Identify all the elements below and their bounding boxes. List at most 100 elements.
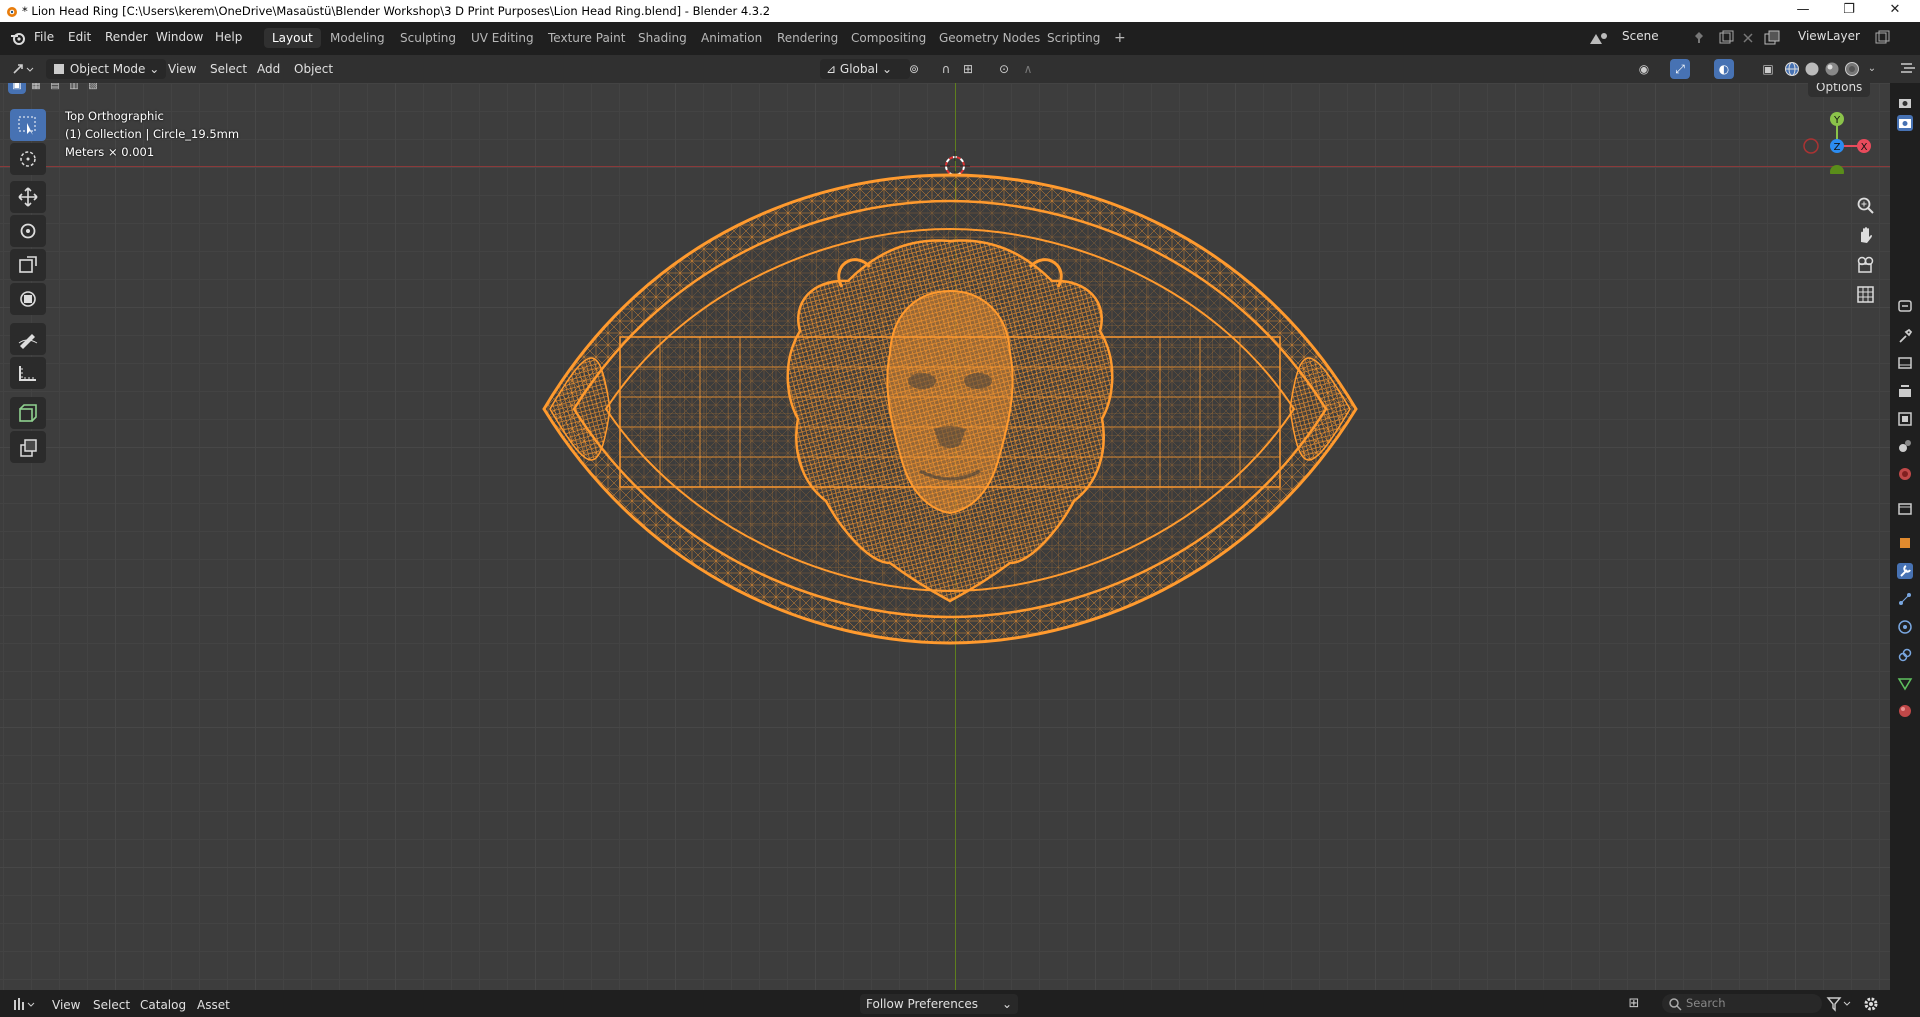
import-method-dropdown[interactable]: Follow Preferences ⌄: [860, 994, 1018, 1014]
mode-dropdown[interactable]: Object Mode ⌄: [46, 59, 166, 79]
tool-icon[interactable]: [1897, 328, 1913, 344]
viewlayer-icon[interactable]: [1764, 30, 1784, 46]
asset-browser-icon[interactable]: [12, 996, 36, 1012]
orientation-dropdown[interactable]: ⊿ Global ⌄: [820, 59, 910, 79]
menu-object[interactable]: Object: [294, 59, 333, 79]
tool-settings-icon[interactable]: [1897, 298, 1913, 314]
chevron-down-icon[interactable]: ⌄: [1862, 59, 1882, 79]
delete-scene-icon[interactable]: [1742, 32, 1754, 44]
minimize-button[interactable]: —: [1780, 2, 1826, 17]
tool-extrude[interactable]: [10, 431, 46, 463]
camera-view-icon[interactable]: [1856, 255, 1876, 275]
tool-scale[interactable]: [10, 249, 46, 281]
status-menu-asset[interactable]: Asset: [197, 995, 230, 1015]
pivot-icon[interactable]: ⊚: [904, 59, 924, 79]
menu-edit[interactable]: Edit: [68, 30, 91, 44]
collection-icon[interactable]: [1897, 500, 1913, 516]
tab-geometry-nodes[interactable]: Geometry Nodes: [931, 28, 1048, 48]
snap-target-icon[interactable]: ⊞: [958, 59, 978, 79]
scene-name-field[interactable]: Scene: [1622, 29, 1659, 43]
tab-compositing[interactable]: Compositing: [843, 28, 934, 48]
select-invert-icon[interactable]: ▥: [65, 83, 83, 94]
render-camera-icon[interactable]: [1897, 95, 1913, 111]
display-mode-icon[interactable]: ⊞: [1624, 994, 1644, 1014]
new-viewlayer-icon[interactable]: [1874, 30, 1890, 46]
render-properties-icon[interactable]: [1897, 355, 1913, 371]
status-menu-catalog[interactable]: Catalog: [140, 995, 186, 1015]
world-icon[interactable]: [1897, 466, 1913, 482]
output-properties-icon[interactable]: [1897, 383, 1913, 399]
maximize-button[interactable]: ❐: [1826, 2, 1872, 17]
scene-icon[interactable]: [1588, 30, 1610, 46]
tab-animation[interactable]: Animation: [693, 28, 770, 48]
camera-icon[interactable]: [1897, 115, 1913, 131]
menu-help[interactable]: Help: [215, 30, 242, 44]
menu-window[interactable]: Window: [156, 30, 203, 44]
data-mesh-icon[interactable]: [1897, 675, 1913, 691]
tab-rendering[interactable]: Rendering: [769, 28, 846, 48]
object-properties-icon[interactable]: [1897, 535, 1913, 551]
particles-icon[interactable]: [1897, 591, 1913, 607]
xray-icon[interactable]: ▣: [1758, 59, 1778, 79]
selection-mode-group[interactable]: ▣ ▦ ▤ ▥ ▧: [8, 83, 104, 98]
tab-scripting[interactable]: Scripting: [1039, 28, 1108, 48]
physics-icon[interactable]: [1897, 619, 1913, 635]
status-menu-select[interactable]: Select: [93, 995, 130, 1015]
select-intersect-icon[interactable]: ▧: [84, 83, 102, 94]
proportional-edit-icon[interactable]: ⊙: [994, 59, 1014, 79]
falloff-icon[interactable]: ∧: [1018, 59, 1038, 79]
tab-layout[interactable]: Layout: [264, 28, 321, 48]
tool-measure[interactable]: [10, 357, 46, 389]
menu-add[interactable]: Add: [257, 59, 280, 79]
properties-toggle-icon[interactable]: [1900, 62, 1916, 76]
tab-sculpting[interactable]: Sculpting: [392, 28, 464, 48]
asset-search-input[interactable]: Search: [1662, 994, 1822, 1013]
view-layer-icon[interactable]: [1897, 411, 1913, 427]
tab-uv-editing[interactable]: UV Editing: [463, 28, 542, 48]
close-button[interactable]: ✕: [1872, 2, 1918, 17]
tool-move[interactable]: [10, 181, 46, 213]
navigation-gizmo[interactable]: Y Z X: [1795, 106, 1873, 174]
menu-view[interactable]: View: [168, 59, 196, 79]
viewlayer-name-field[interactable]: ViewLayer: [1798, 29, 1860, 43]
menu-select[interactable]: Select: [210, 59, 247, 79]
lion-ring-wireframe[interactable]: [530, 171, 1370, 651]
3d-viewport[interactable]: ▣ ▦ ▤ ▥ ▧ Top Orthographic (1) Collectio…: [0, 83, 1890, 990]
zoom-icon[interactable]: [1856, 196, 1876, 216]
snap-icon[interactable]: ∩: [936, 59, 956, 79]
wireframe-shading-icon[interactable]: [1784, 61, 1800, 77]
settings-gear-icon[interactable]: [1862, 995, 1880, 1013]
menu-render[interactable]: Render: [105, 30, 148, 44]
tool-rotate[interactable]: [10, 215, 46, 247]
solid-shading-icon[interactable]: [1804, 61, 1820, 77]
gizmo-icon[interactable]: ⤢: [1670, 59, 1690, 79]
tab-shading[interactable]: Shading: [630, 28, 695, 48]
options-dropdown[interactable]: Options: [1808, 83, 1871, 97]
material-shading-icon[interactable]: [1824, 61, 1840, 77]
tool-add-cube[interactable]: [10, 397, 46, 429]
material-icon[interactable]: [1897, 703, 1913, 719]
tab-modeling[interactable]: Modeling: [322, 28, 393, 48]
select-subtract-icon[interactable]: ▤: [46, 83, 64, 94]
tool-annotate[interactable]: [10, 323, 46, 355]
constraints-icon[interactable]: [1897, 647, 1913, 663]
pan-hand-icon[interactable]: [1856, 225, 1876, 245]
tool-select-box[interactable]: [10, 109, 46, 141]
rendered-shading-icon[interactable]: [1844, 61, 1860, 77]
select-new-icon[interactable]: ▣: [8, 83, 26, 94]
new-scene-icon[interactable]: [1718, 30, 1734, 46]
modifier-wrench-icon[interactable]: [1897, 563, 1913, 579]
tool-transform[interactable]: [10, 283, 46, 315]
visibility-icon[interactable]: ◉: [1634, 59, 1654, 79]
add-workspace-button[interactable]: +: [1106, 28, 1134, 48]
tool-cursor[interactable]: [10, 143, 46, 175]
blender-menu-icon[interactable]: [10, 31, 26, 45]
filter-icon[interactable]: [1826, 996, 1856, 1012]
overlays-icon[interactable]: ◐: [1714, 59, 1734, 79]
select-extend-icon[interactable]: ▦: [27, 83, 45, 94]
status-menu-view[interactable]: View: [52, 995, 80, 1015]
scene-properties-icon[interactable]: [1897, 438, 1913, 454]
pin-icon[interactable]: [1692, 31, 1706, 45]
ortho-grid-icon[interactable]: [1856, 285, 1876, 305]
menu-file[interactable]: File: [34, 30, 54, 44]
